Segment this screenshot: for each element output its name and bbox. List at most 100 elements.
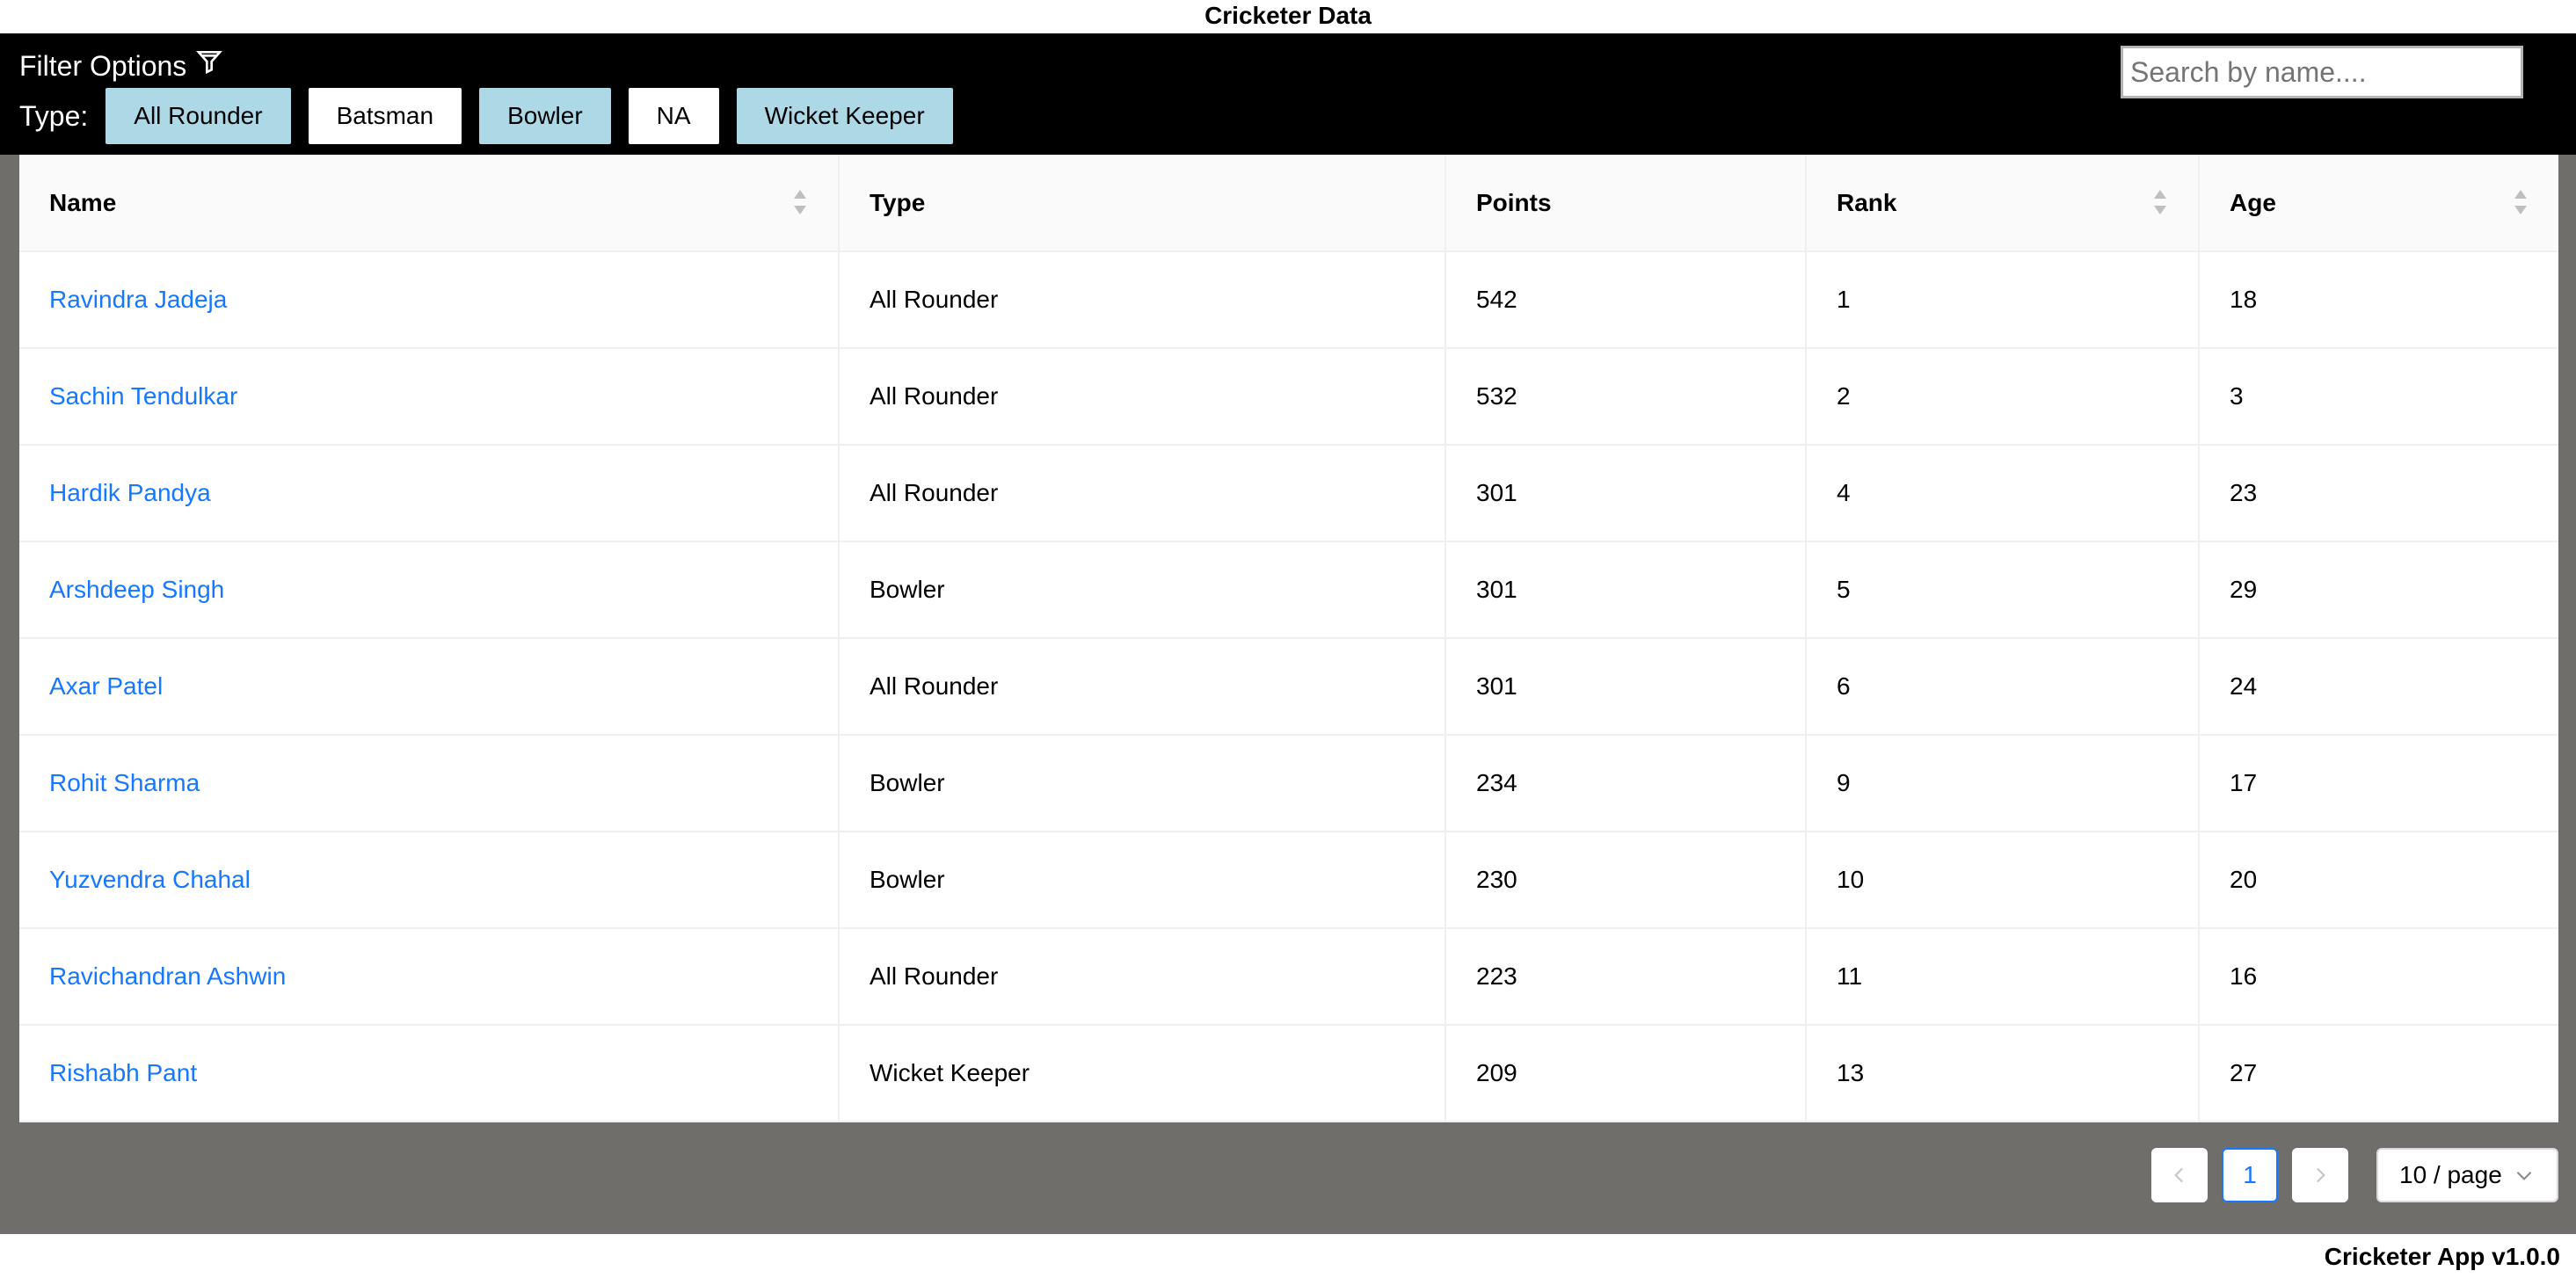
cell-age: 27 [2199,1025,2558,1122]
page-size-select[interactable]: 10 / page [2376,1148,2558,1202]
cell-type: Bowler [839,831,1446,929]
cricketer-name-link[interactable]: Rishabh Pant [49,1059,197,1086]
pagination-prev-button[interactable] [2151,1148,2208,1202]
cell-rank: 2 [1806,348,2200,446]
main-area: Name Type Points Rank Age Ravindra Jadeja All… [0,155,2576,1234]
cell-value: 230 [1476,866,1517,893]
cell-rank: 6 [1806,638,2200,736]
cricketer-name-link[interactable]: Axar Patel [49,672,163,700]
type-filter-row: Type: All Rounder Batsman Bowler NA Wicket K… [19,88,971,144]
cell-value: 20 [2230,866,2258,893]
type-chip-na[interactable]: NA [628,88,719,144]
cell-value: 532 [1476,382,1517,410]
cell-value: All Rounder [870,672,999,700]
column-header-rank[interactable]: Rank [1806,155,2200,252]
cell-type: All Rounder [839,251,1446,349]
cell-value: All Rounder [870,479,999,506]
cell-type: Bowler [839,541,1446,639]
cell-points: 542 [1445,251,1807,349]
cell-value: 301 [1476,479,1517,506]
cell-rank: 5 [1806,541,2200,639]
cell-name: Yuzvendra Chahal [19,831,840,929]
type-chip-batsman[interactable]: Batsman [308,88,462,144]
table-row: Ravindra Jadeja All Rounder 542 1 18 [19,251,2558,349]
cell-value: All Rounder [870,286,999,313]
cell-value: 23 [2230,479,2258,506]
cricketer-name-link[interactable]: Ravindra Jadeja [49,286,227,313]
cell-points: 234 [1445,735,1807,832]
type-chip-all-rounder[interactable]: All Rounder [106,88,291,144]
table-row: Arshdeep Singh Bowler 301 5 29 [19,541,2558,639]
cell-rank: 11 [1806,928,2200,1026]
table-row: Ravichandran Ashwin All Rounder 223 11 16 [19,928,2558,1026]
cricketer-name-link[interactable]: Yuzvendra Chahal [49,866,251,893]
cricketer-name-link[interactable]: Ravichandran Ashwin [49,962,286,990]
filter-header: Filter Options [19,47,223,84]
sort-icon[interactable] [2514,190,2527,214]
cell-rank: 10 [1806,831,2200,929]
cell-value: All Rounder [870,382,999,410]
cell-name: Sachin Tendulkar [19,348,840,446]
cell-age: 16 [2199,928,2558,1026]
cell-points: 301 [1445,541,1807,639]
column-header-age[interactable]: Age [2199,155,2558,252]
chevron-down-icon [2516,1171,2532,1180]
type-chips: All Rounder Batsman Bowler NA Wicket Keeper [106,88,970,144]
column-header-type: Type [839,155,1446,252]
cell-age: 23 [2199,445,2558,542]
cell-type: All Rounder [839,638,1446,736]
type-chip-bowler[interactable]: Bowler [479,88,611,144]
sort-icon[interactable] [2154,190,2166,214]
cell-value: 223 [1476,962,1517,990]
column-header-label: Points [1476,188,1552,216]
cell-points: 532 [1445,348,1807,446]
pagination-page-1[interactable]: 1 [2222,1148,2278,1202]
cell-age: 3 [2199,348,2558,446]
cell-name: Rishabh Pant [19,1025,840,1122]
pagination-next-button[interactable] [2292,1148,2348,1202]
cell-value: All Rounder [870,962,999,990]
chevron-right-icon [2316,1167,2325,1183]
cell-value: Wicket Keeper [870,1059,1030,1086]
column-header-points: Points [1445,155,1807,252]
type-chip-wicket-keeper[interactable]: Wicket Keeper [736,88,953,144]
cell-points: 209 [1445,1025,1807,1122]
cell-value: 11 [1837,962,1863,990]
column-header-name[interactable]: Name [19,155,840,252]
table-row: Hardik Pandya All Rounder 301 4 23 [19,445,2558,542]
filter-icon [195,47,223,84]
cell-type: Bowler [839,735,1446,832]
cell-value: 209 [1476,1059,1517,1086]
column-header-label: Rank [1837,188,1897,216]
cell-name: Rohit Sharma [19,735,840,832]
type-label: Type: [19,99,89,132]
sort-icon[interactable] [794,190,806,214]
cell-value: 1 [1837,286,1851,313]
page-size-value: 10 / page [2399,1161,2502,1188]
cricketer-name-link[interactable]: Sachin Tendulkar [49,382,237,410]
cell-type: All Rounder [839,928,1446,1026]
cricketer-name-link[interactable]: Rohit Sharma [49,769,200,796]
search-input[interactable] [2121,46,2523,98]
cell-value: 17 [2230,769,2258,796]
column-header-label: Name [49,188,117,216]
cell-value: 9 [1837,769,1851,796]
cell-value: 301 [1476,576,1517,603]
cell-value: 18 [2230,286,2258,313]
table-row: Rohit Sharma Bowler 234 9 17 [19,735,2558,832]
cell-rank: 13 [1806,1025,2200,1122]
table-row: Yuzvendra Chahal Bowler 230 10 20 [19,831,2558,929]
cricketer-name-link[interactable]: Hardik Pandya [49,479,211,506]
filter-bar: Filter Options Type: All Rounder Batsman B… [0,33,2576,155]
cell-points: 301 [1445,638,1807,736]
cell-age: 29 [2199,541,2558,639]
table-body: Ravindra Jadeja All Rounder 542 1 18 Sachin T… [19,251,2558,1122]
cell-type: Wicket Keeper [839,1025,1446,1122]
cell-age: 20 [2199,831,2558,929]
cell-type: All Rounder [839,445,1446,542]
cell-type: All Rounder [839,348,1446,446]
cricketer-name-link[interactable]: Arshdeep Singh [49,576,224,603]
app-title: Cricketer Data [1204,2,1372,29]
filter-title: Filter Options [19,49,187,82]
cell-value: Bowler [870,576,945,603]
